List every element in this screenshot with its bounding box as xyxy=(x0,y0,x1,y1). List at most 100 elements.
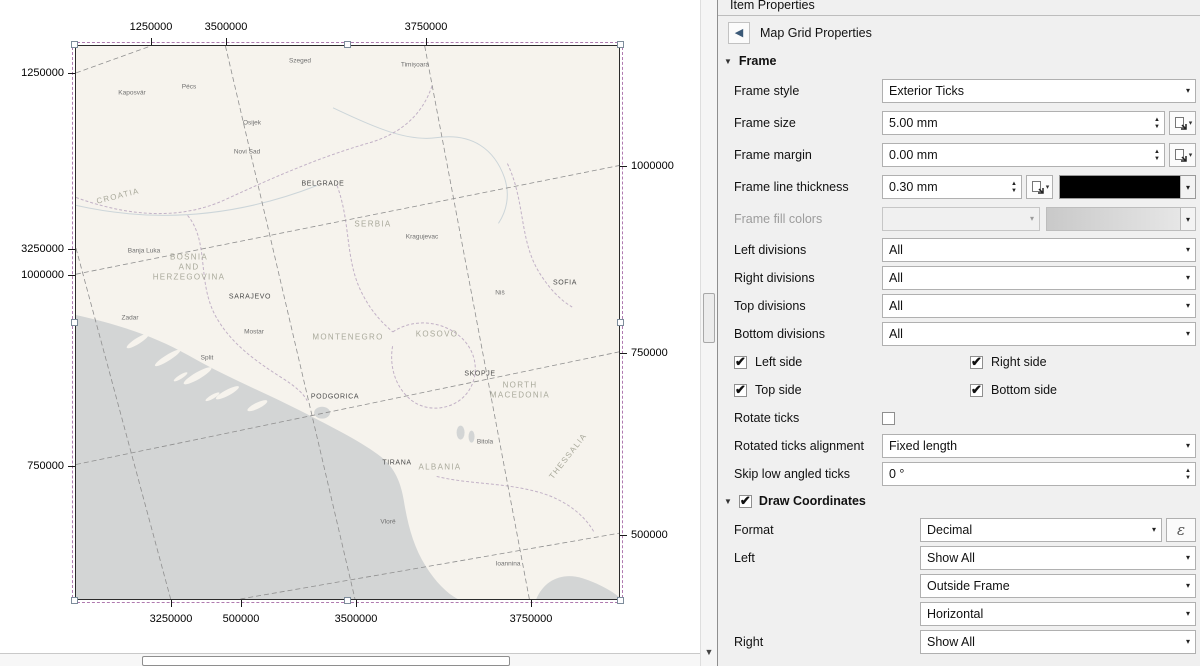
grid-tick xyxy=(241,600,242,607)
grid-tick xyxy=(171,600,172,607)
bottom-divisions-select[interactable]: All ▾ xyxy=(882,322,1196,346)
left-coordinates-label: Left xyxy=(734,551,920,565)
frame-style-label: Frame style xyxy=(734,84,882,98)
left-divisions-select[interactable]: All ▾ xyxy=(882,238,1196,262)
canvas-vertical-scrollbar[interactable]: ▼ xyxy=(700,0,717,666)
draw-coordinates-section-header[interactable]: ▼ Draw Coordinates xyxy=(724,494,1196,508)
scroll-down-arrow-icon[interactable]: ▼ xyxy=(701,644,717,660)
data-defined-icon xyxy=(1173,148,1188,163)
grid-coordinate-label: 3750000 xyxy=(510,613,553,625)
panel-title: Item Properties xyxy=(718,0,1200,16)
frame-fill-color-select-disabled: ▾ xyxy=(882,207,1040,231)
back-button[interactable]: ◀ xyxy=(728,22,750,44)
right-divisions-select[interactable]: All ▾ xyxy=(882,266,1196,290)
grid-tick xyxy=(620,535,627,536)
grid-line-1000000 xyxy=(76,166,619,275)
selection-handle[interactable] xyxy=(344,41,351,48)
left-orientation-row: Horizontal ▾ xyxy=(734,602,1196,626)
selection-handle[interactable] xyxy=(71,597,78,604)
selection-handle[interactable] xyxy=(617,319,624,326)
frame-line-thickness-row: Frame line thickness 0.30 mm ▲▼ ▾ ▾ xyxy=(734,174,1196,200)
top-divisions-select[interactable]: All ▾ xyxy=(882,294,1196,318)
grid-tick xyxy=(620,166,627,167)
coordinate-grid xyxy=(76,46,619,599)
spinner-arrows-icon[interactable]: ▲▼ xyxy=(1181,468,1195,481)
selection-handle[interactable] xyxy=(617,41,624,48)
chevron-down-icon[interactable]: ▾ xyxy=(1180,176,1195,198)
rotate-ticks-row: Rotate ticks xyxy=(734,406,1196,430)
grid-coordinate-label: 500000 xyxy=(223,613,260,625)
grid-coordinate-label: 3750000 xyxy=(405,21,448,33)
checkbox[interactable] xyxy=(970,384,983,397)
map-viewport: CROATIABOSNIAANDHERZEGOVINASERBIAMONTENE… xyxy=(76,46,619,599)
frame-line-color-button[interactable]: ▾ xyxy=(1059,175,1196,199)
spinner-arrows-icon[interactable]: ▲▼ xyxy=(1150,117,1164,130)
left-placement-select[interactable]: Outside Frame ▾ xyxy=(920,574,1196,598)
frame-line-thickness-label: Frame line thickness xyxy=(734,180,882,194)
chevron-down-icon: ▾ xyxy=(1181,330,1195,338)
frame-line-thickness-input[interactable]: 0.30 mm ▲▼ xyxy=(882,175,1022,199)
spinner-arrows-icon[interactable]: ▲▼ xyxy=(1007,181,1021,194)
bottom-divisions-label: Bottom divisions xyxy=(734,327,882,341)
grid-coordinate-label: 3500000 xyxy=(335,613,378,625)
chevron-down-icon: ▾ xyxy=(1181,638,1195,646)
left-side-checkbox[interactable]: Left side xyxy=(734,355,970,369)
selection-handle[interactable] xyxy=(344,597,351,604)
frame-margin-input[interactable]: 0.00 mm ▲▼ xyxy=(882,143,1165,167)
checkbox[interactable] xyxy=(970,356,983,369)
top-divisions-label: Top divisions xyxy=(734,299,882,313)
data-defined-icon xyxy=(1030,180,1045,195)
format-select[interactable]: Decimal ▾ xyxy=(920,518,1162,542)
rotate-ticks-checkbox[interactable] xyxy=(882,412,895,425)
left-divisions-label: Left divisions xyxy=(734,243,882,257)
rotated-ticks-alignment-row: Rotated ticks alignment Fixed length ▾ xyxy=(734,434,1196,458)
left-divisions-row: Left divisions All ▾ xyxy=(734,238,1196,262)
grid-coordinate-label: 1250000 xyxy=(21,67,64,79)
bottom-side-checkbox[interactable]: Bottom side xyxy=(970,383,1200,397)
chevron-down-icon: ▾ xyxy=(1189,151,1193,159)
expression-button[interactable]: ε xyxy=(1166,518,1196,542)
layout-canvas[interactable]: CROATIABOSNIAANDHERZEGOVINASERBIAMONTENE… xyxy=(0,0,700,666)
frame-section-header[interactable]: ▼ Frame xyxy=(724,54,1196,68)
selection-handle[interactable] xyxy=(71,319,78,326)
left-orientation-select[interactable]: Horizontal ▾ xyxy=(920,602,1196,626)
sides-row-1: Left side Right side xyxy=(734,350,1196,374)
data-defined-override-button[interactable]: ▾ xyxy=(1169,143,1196,167)
skip-low-angled-ticks-row: Skip low angled ticks 0 ° ▲▼ xyxy=(734,462,1196,486)
grid-tick xyxy=(68,73,75,74)
grid-tick xyxy=(531,600,532,607)
vertical-scrollbar-thumb[interactable] xyxy=(703,293,715,343)
format-label: Format xyxy=(734,523,920,537)
draw-coordinates-checkbox[interactable] xyxy=(739,495,752,508)
right-side-checkbox[interactable]: Right side xyxy=(970,355,1200,369)
sides-row-2: Top side Bottom side xyxy=(734,378,1196,402)
canvas-horizontal-scrollbar[interactable] xyxy=(0,653,700,666)
checkbox[interactable] xyxy=(734,356,747,369)
rotated-ticks-alignment-select[interactable]: Fixed length ▾ xyxy=(882,434,1196,458)
horizontal-scrollbar-thumb[interactable] xyxy=(142,656,510,666)
format-row: Format Decimal ▾ ε xyxy=(734,518,1196,542)
frame-size-row: Frame size 5.00 mm ▲▼ ▾ xyxy=(734,110,1196,136)
skip-low-angled-ticks-label: Skip low angled ticks xyxy=(734,467,882,481)
right-coordinates-select[interactable]: Show All ▾ xyxy=(920,630,1196,654)
checkbox[interactable] xyxy=(734,384,747,397)
skip-low-angled-ticks-input[interactable]: 0 ° ▲▼ xyxy=(882,462,1196,486)
frame-style-select[interactable]: Exterior Ticks ▾ xyxy=(882,79,1196,103)
panel-subheader: ◀ Map Grid Properties xyxy=(728,22,1196,44)
selection-handle[interactable] xyxy=(617,597,624,604)
data-defined-override-button[interactable]: ▾ xyxy=(1169,111,1196,135)
spinner-arrows-icon[interactable]: ▲▼ xyxy=(1150,149,1164,162)
map-item[interactable]: CROATIABOSNIAANDHERZEGOVINASERBIAMONTENE… xyxy=(75,45,620,600)
grid-coordinate-label: 1000000 xyxy=(631,160,674,172)
grid-tick xyxy=(426,38,427,45)
grid-line-500000 xyxy=(240,533,619,599)
data-defined-override-button[interactable]: ▾ xyxy=(1026,175,1053,199)
chevron-down-icon: ▾ xyxy=(1046,183,1050,191)
left-coordinates-select[interactable]: Show All ▾ xyxy=(920,546,1196,570)
top-side-checkbox[interactable]: Top side xyxy=(734,383,970,397)
bottom-divisions-row: Bottom divisions All ▾ xyxy=(734,322,1196,346)
selection-handle[interactable] xyxy=(71,41,78,48)
frame-margin-row: Frame margin 0.00 mm ▲▼ ▾ xyxy=(734,142,1196,168)
frame-size-input[interactable]: 5.00 mm ▲▼ xyxy=(882,111,1165,135)
grid-coordinate-label: 750000 xyxy=(631,347,668,359)
